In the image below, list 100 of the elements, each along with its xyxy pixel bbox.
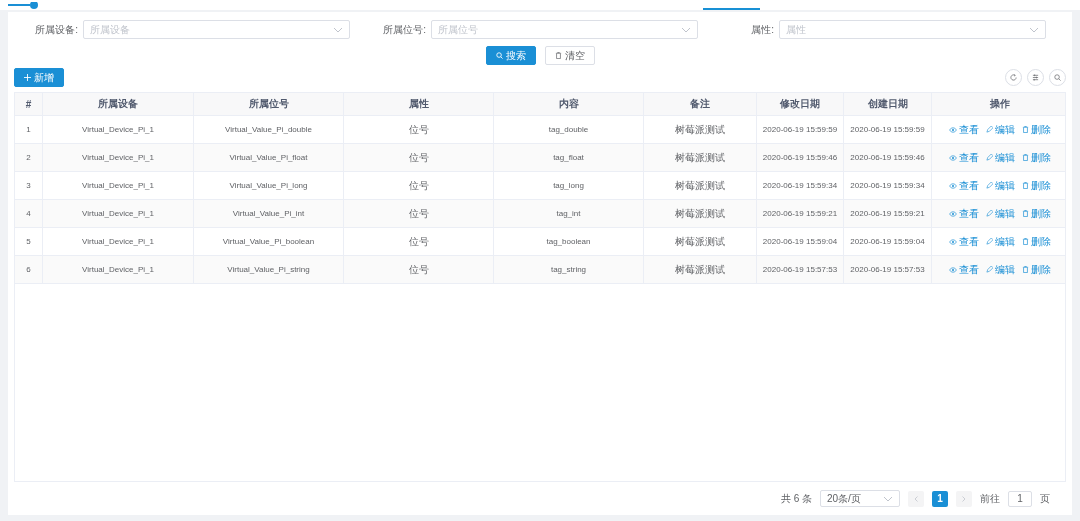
- table-cell: Virtual_Device_Pi_1: [43, 256, 194, 283]
- table-cell: 2020-06-19 15:59:59: [757, 116, 844, 143]
- table-cell: 树莓派测试: [644, 144, 757, 171]
- table-cell: 1: [15, 116, 43, 143]
- table-cell: Virtual_Value_Pi_string: [194, 256, 344, 283]
- trash-icon: [1021, 266, 1029, 273]
- table-cell: 树莓派测试: [644, 256, 757, 283]
- table-cell: Virtual_Value_Pi_long: [194, 172, 344, 199]
- filter-label: 所属设备:: [34, 22, 79, 37]
- eye-icon: [948, 266, 957, 273]
- columns-button[interactable]: [1027, 69, 1044, 86]
- table-cell: tag_boolean: [494, 228, 644, 255]
- next-page-button[interactable]: [956, 490, 972, 507]
- table-cell: 树莓派测试: [644, 228, 757, 255]
- clear-button[interactable]: 清空: [544, 46, 595, 65]
- search-icon: [1054, 74, 1061, 81]
- table-cell: 位号: [344, 256, 494, 283]
- table-cell: 2020-06-19 15:59:59: [844, 116, 932, 143]
- logo-icon: [8, 2, 40, 10]
- table-cell: 位号: [344, 200, 494, 227]
- edit-link[interactable]: 编辑: [985, 150, 1015, 165]
- trash-icon: [1021, 210, 1029, 217]
- goto-label: 前往: [980, 491, 1000, 506]
- column-header: 内容: [494, 93, 644, 115]
- delete-link[interactable]: 删除: [1021, 234, 1051, 249]
- table-cell: tag_string: [494, 256, 644, 283]
- table-cell: 2020-06-19 15:57:53: [844, 256, 932, 283]
- view-link[interactable]: 查看: [948, 150, 979, 165]
- plus-icon: [24, 74, 31, 81]
- pencil-icon: [985, 238, 993, 245]
- search-button[interactable]: 搜索: [485, 46, 536, 65]
- trash-icon: [1021, 154, 1029, 161]
- delete-link[interactable]: 删除: [1021, 178, 1051, 193]
- table-cell: 2020-06-19 15:57:53: [757, 256, 844, 283]
- eye-icon: [948, 126, 957, 133]
- edit-link[interactable]: 编辑: [985, 234, 1015, 249]
- eye-icon: [948, 182, 957, 189]
- page-input[interactable]: 1: [1008, 490, 1032, 507]
- pencil-icon: [985, 126, 993, 133]
- table-cell: Virtual_Value_Pi_double: [194, 116, 344, 143]
- table-cell: 位号: [344, 172, 494, 199]
- filter-label: 所属位号:: [382, 22, 427, 37]
- table-cell: Virtual_Value_Pi_boolean: [194, 228, 344, 255]
- column-header: 所属设备: [43, 93, 194, 115]
- edit-link[interactable]: 编辑: [985, 178, 1015, 193]
- chevron-left-icon: [914, 495, 918, 502]
- edit-link[interactable]: 编辑: [985, 262, 1015, 277]
- table-cell: Virtual_Device_Pi_1: [43, 200, 194, 227]
- table-cell: 树莓派测试: [644, 200, 757, 227]
- table-cell: 2020-06-19 15:59:21: [844, 200, 932, 227]
- table-cell: 位号: [344, 116, 494, 143]
- edit-link[interactable]: 编辑: [985, 122, 1015, 137]
- page-button[interactable]: 1: [932, 490, 948, 507]
- table-cell: 2020-06-19 15:59:21: [757, 200, 844, 227]
- table-cell: 2020-06-19 15:59:46: [844, 144, 932, 171]
- search-toggle-button[interactable]: [1049, 69, 1066, 86]
- table-cell: 2020-06-19 15:59:04: [844, 228, 932, 255]
- delete-link[interactable]: 删除: [1021, 206, 1051, 221]
- table-cell: 6: [15, 256, 43, 283]
- table-cell: 2020-06-19 15:59:46: [757, 144, 844, 171]
- page-size-select[interactable]: 20条/页: [820, 490, 900, 507]
- table-cell: Virtual_Device_Pi_1: [43, 228, 194, 255]
- column-header: 创建日期: [844, 93, 932, 115]
- prev-page-button[interactable]: [908, 490, 924, 507]
- column-header: 备注: [644, 93, 757, 115]
- delete-link[interactable]: 删除: [1021, 262, 1051, 277]
- table-cell: Virtual_Value_Pi_int: [194, 200, 344, 227]
- edit-link[interactable]: 编辑: [985, 206, 1015, 221]
- view-link[interactable]: 查看: [948, 122, 979, 137]
- eye-icon: [948, 238, 957, 245]
- sliders-icon: [1032, 74, 1039, 81]
- table-cell: Virtual_Value_Pi_float: [194, 144, 344, 171]
- view-link[interactable]: 查看: [948, 234, 979, 249]
- column-header: 属性: [344, 93, 494, 115]
- delete-link[interactable]: 删除: [1021, 122, 1051, 137]
- table-cell: Virtual_Device_Pi_1: [43, 172, 194, 199]
- total-count: 共 6 条: [780, 491, 812, 506]
- table-cell: tag_double: [494, 116, 644, 143]
- trash-icon: [554, 52, 562, 59]
- table-cell: Virtual_Device_Pi_1: [43, 144, 194, 171]
- table-cell: 树莓派测试: [644, 116, 757, 143]
- table-cell: tag_int: [494, 200, 644, 227]
- table-cell: 2020-06-19 15:59:34: [757, 172, 844, 199]
- trash-icon: [1021, 126, 1029, 133]
- table-cell: 2020-06-19 15:59:34: [844, 172, 932, 199]
- pencil-icon: [985, 154, 993, 161]
- pencil-icon: [985, 266, 993, 273]
- column-header: #: [15, 93, 43, 115]
- table-cell: 位号: [344, 144, 494, 171]
- view-link[interactable]: 查看: [948, 206, 979, 221]
- view-link[interactable]: 查看: [948, 178, 979, 193]
- chevron-right-icon: [962, 495, 966, 502]
- table-cell: Virtual_Device_Pi_1: [43, 116, 194, 143]
- chevron-down-icon: [1029, 26, 1039, 33]
- column-header: 所属位号: [194, 93, 344, 115]
- refresh-button[interactable]: [1005, 69, 1022, 86]
- add-button[interactable]: 新增: [14, 68, 64, 87]
- table-cell: tag_float: [494, 144, 644, 171]
- delete-link[interactable]: 删除: [1021, 150, 1051, 165]
- view-link[interactable]: 查看: [948, 262, 979, 277]
